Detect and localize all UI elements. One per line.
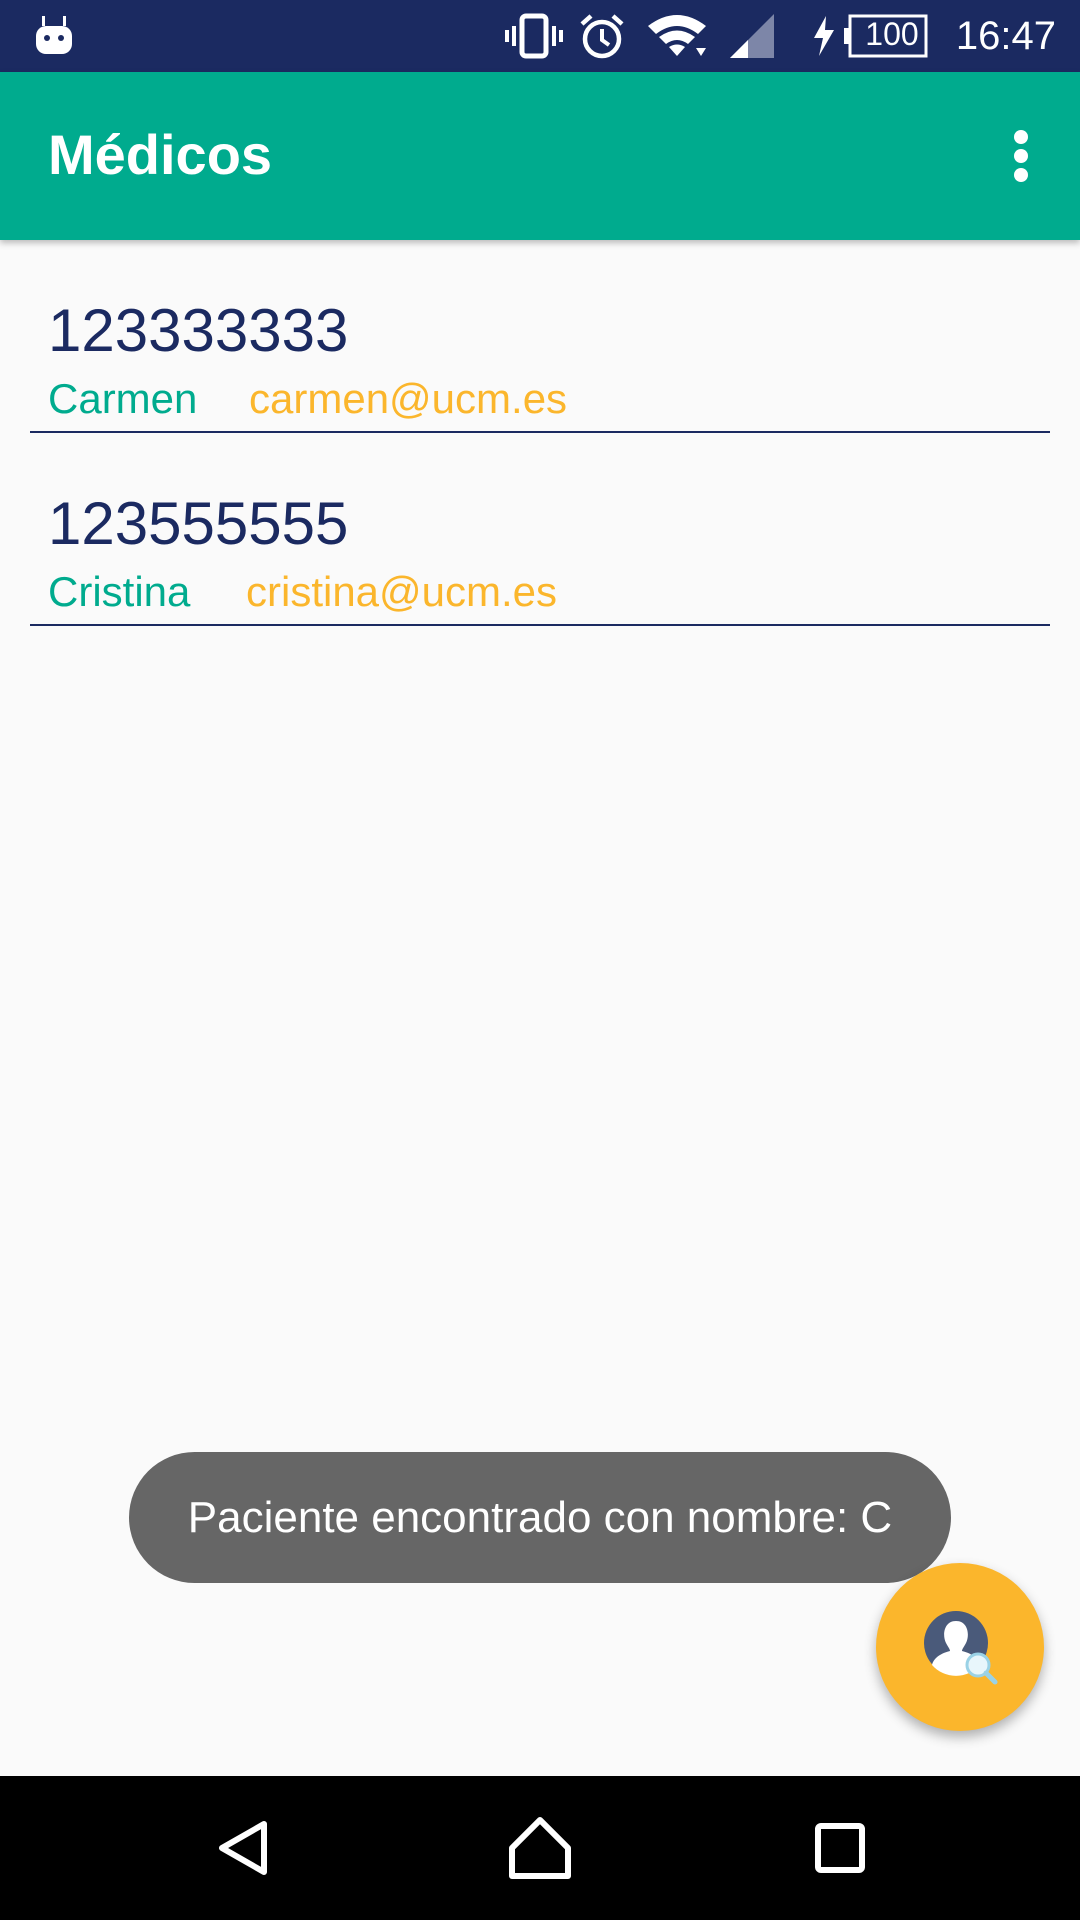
doctor-name: Carmen bbox=[48, 375, 198, 422]
doctor-email: carmen@ucm.es bbox=[249, 375, 568, 422]
back-icon bbox=[219, 1821, 267, 1875]
home-icon bbox=[509, 1817, 571, 1879]
battery-level: 100 bbox=[865, 16, 919, 52]
navigation-bar bbox=[0, 1776, 1080, 1920]
list-divider bbox=[30, 624, 1050, 626]
status-bar-clock: 16:47 bbox=[955, 14, 1056, 58]
overflow-menu-button[interactable] bbox=[974, 108, 1070, 204]
wifi-icon bbox=[648, 15, 706, 56]
vibrate-icon bbox=[505, 13, 563, 59]
doctor-name: Cristina bbox=[48, 568, 191, 615]
doctor-phone: 123555555 bbox=[48, 490, 349, 557]
page-title: Médicos bbox=[48, 123, 273, 186]
recents-icon bbox=[815, 1823, 865, 1873]
doctor-phone: 123333333 bbox=[48, 297, 349, 364]
android-debug-icon bbox=[36, 16, 72, 54]
recents-button[interactable] bbox=[792, 1800, 888, 1896]
search-patient-fab[interactable] bbox=[876, 1563, 1044, 1731]
screen: 100 16:47 Médicos 123333333 Carmen carme… bbox=[0, 0, 1080, 1920]
doctor-list: 123333333 Carmen carmen@ucm.es 123555555… bbox=[0, 240, 1080, 626]
home-button[interactable] bbox=[492, 1800, 588, 1896]
toast-message: Paciente encontrado con nombre: C bbox=[129, 1452, 951, 1583]
cell-signal-icon bbox=[730, 14, 774, 58]
back-button[interactable] bbox=[194, 1800, 290, 1896]
list-item[interactable]: 123333333 Carmen carmen@ucm.es bbox=[0, 240, 1080, 433]
alarm-icon bbox=[580, 14, 624, 59]
status-bar: 100 16:47 bbox=[0, 0, 1080, 72]
search-person-icon bbox=[924, 1611, 998, 1685]
app-bar: Médicos bbox=[0, 72, 1080, 240]
doctor-email: cristina@ucm.es bbox=[246, 568, 558, 615]
list-item[interactable]: 123555555 Cristina cristina@ucm.es bbox=[0, 433, 1080, 626]
